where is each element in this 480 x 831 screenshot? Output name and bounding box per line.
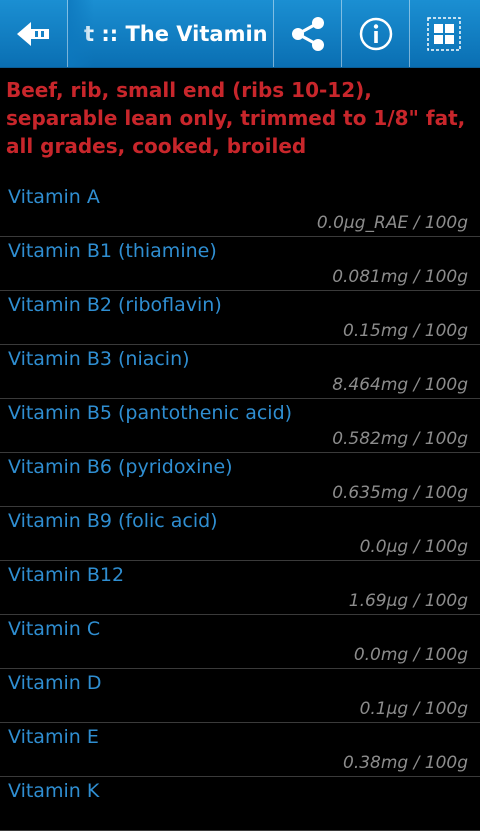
vitamin-list: Vitamin A 0.0µg_RAE / 100g Vitamin B1 (t… xyxy=(0,183,480,831)
vitamin-amount: 0.0µg_RAE / 100g xyxy=(316,213,468,233)
share-icon xyxy=(291,16,324,51)
info-icon xyxy=(359,17,392,50)
vitamin-name: Vitamin B9 (folic acid) xyxy=(8,510,218,532)
back-arrow-icon xyxy=(16,21,49,46)
list-item[interactable]: Vitamin B6 (pyridoxine) 0.635mg / 100g xyxy=(0,453,480,507)
list-item[interactable]: Vitamin D 0.1µg / 100g xyxy=(0,669,480,723)
title-area: t :: The Vitamin xyxy=(68,0,274,67)
vitamin-name: Vitamin B12 xyxy=(8,564,125,586)
vitamin-name: Vitamin K xyxy=(8,780,100,802)
vitamin-amount: 0.1µg / 100g xyxy=(359,699,468,719)
grid-icon xyxy=(427,16,461,51)
vitamin-amount: 0.582mg / 100g xyxy=(332,429,468,449)
vitamin-name: Vitamin A xyxy=(8,186,100,208)
list-item[interactable]: Vitamin K xyxy=(0,777,480,831)
list-item[interactable]: Vitamin C 0.0mg / 100g xyxy=(0,615,480,669)
list-item[interactable]: Vitamin A 0.0µg_RAE / 100g xyxy=(0,183,480,237)
vitamin-name: Vitamin B5 (pantothenic acid) xyxy=(8,402,293,424)
vitamin-name: Vitamin D xyxy=(8,672,102,694)
vitamin-name: Vitamin B2 (riboflavin) xyxy=(8,294,222,316)
vitamin-amount: 1.69µg / 100g xyxy=(348,591,468,611)
vitamin-amount: 0.0µg / 100g xyxy=(359,537,468,557)
food-title: Beef, rib, small end (ribs 10-12), separ… xyxy=(6,78,466,158)
list-item[interactable]: Vitamin B5 (pantothenic acid) 0.582mg / … xyxy=(0,399,480,453)
page-title: t :: The Vitamin xyxy=(84,21,268,46)
vitamin-name: Vitamin C xyxy=(8,618,101,640)
title-fade xyxy=(68,0,94,67)
share-button[interactable] xyxy=(274,0,342,67)
grid-menu-button[interactable] xyxy=(410,0,478,67)
info-button[interactable] xyxy=(342,0,410,67)
list-item[interactable]: Vitamin B9 (folic acid) 0.0µg / 100g xyxy=(0,507,480,561)
list-item[interactable]: Vitamin B1 (thiamine) 0.081mg / 100g xyxy=(0,237,480,291)
vitamin-amount: 0.081mg / 100g xyxy=(332,267,468,287)
vitamin-amount: 0.15mg / 100g xyxy=(343,321,468,341)
list-item[interactable]: Vitamin B2 (riboflavin) 0.15mg / 100g xyxy=(0,291,480,345)
vitamin-name: Vitamin B6 (pyridoxine) xyxy=(8,456,233,478)
list-item[interactable]: Vitamin B3 (niacin) 8.464mg / 100g xyxy=(0,345,480,399)
vitamin-name: Vitamin B1 (thiamine) xyxy=(8,240,217,262)
list-item[interactable]: Vitamin B12 1.69µg / 100g xyxy=(0,561,480,615)
vitamin-name: Vitamin E xyxy=(8,726,99,748)
back-button[interactable] xyxy=(0,0,68,67)
list-item[interactable]: Vitamin E 0.38mg / 100g xyxy=(0,723,480,777)
vitamin-amount: 0.38mg / 100g xyxy=(343,753,468,773)
vitamin-name: Vitamin B3 (niacin) xyxy=(8,348,190,370)
vitamin-amount: 0.0mg / 100g xyxy=(353,645,468,665)
vitamin-amount: 0.635mg / 100g xyxy=(332,483,468,503)
app-bar: t :: The Vitamin xyxy=(0,0,480,68)
vitamin-amount: 8.464mg / 100g xyxy=(332,375,468,395)
